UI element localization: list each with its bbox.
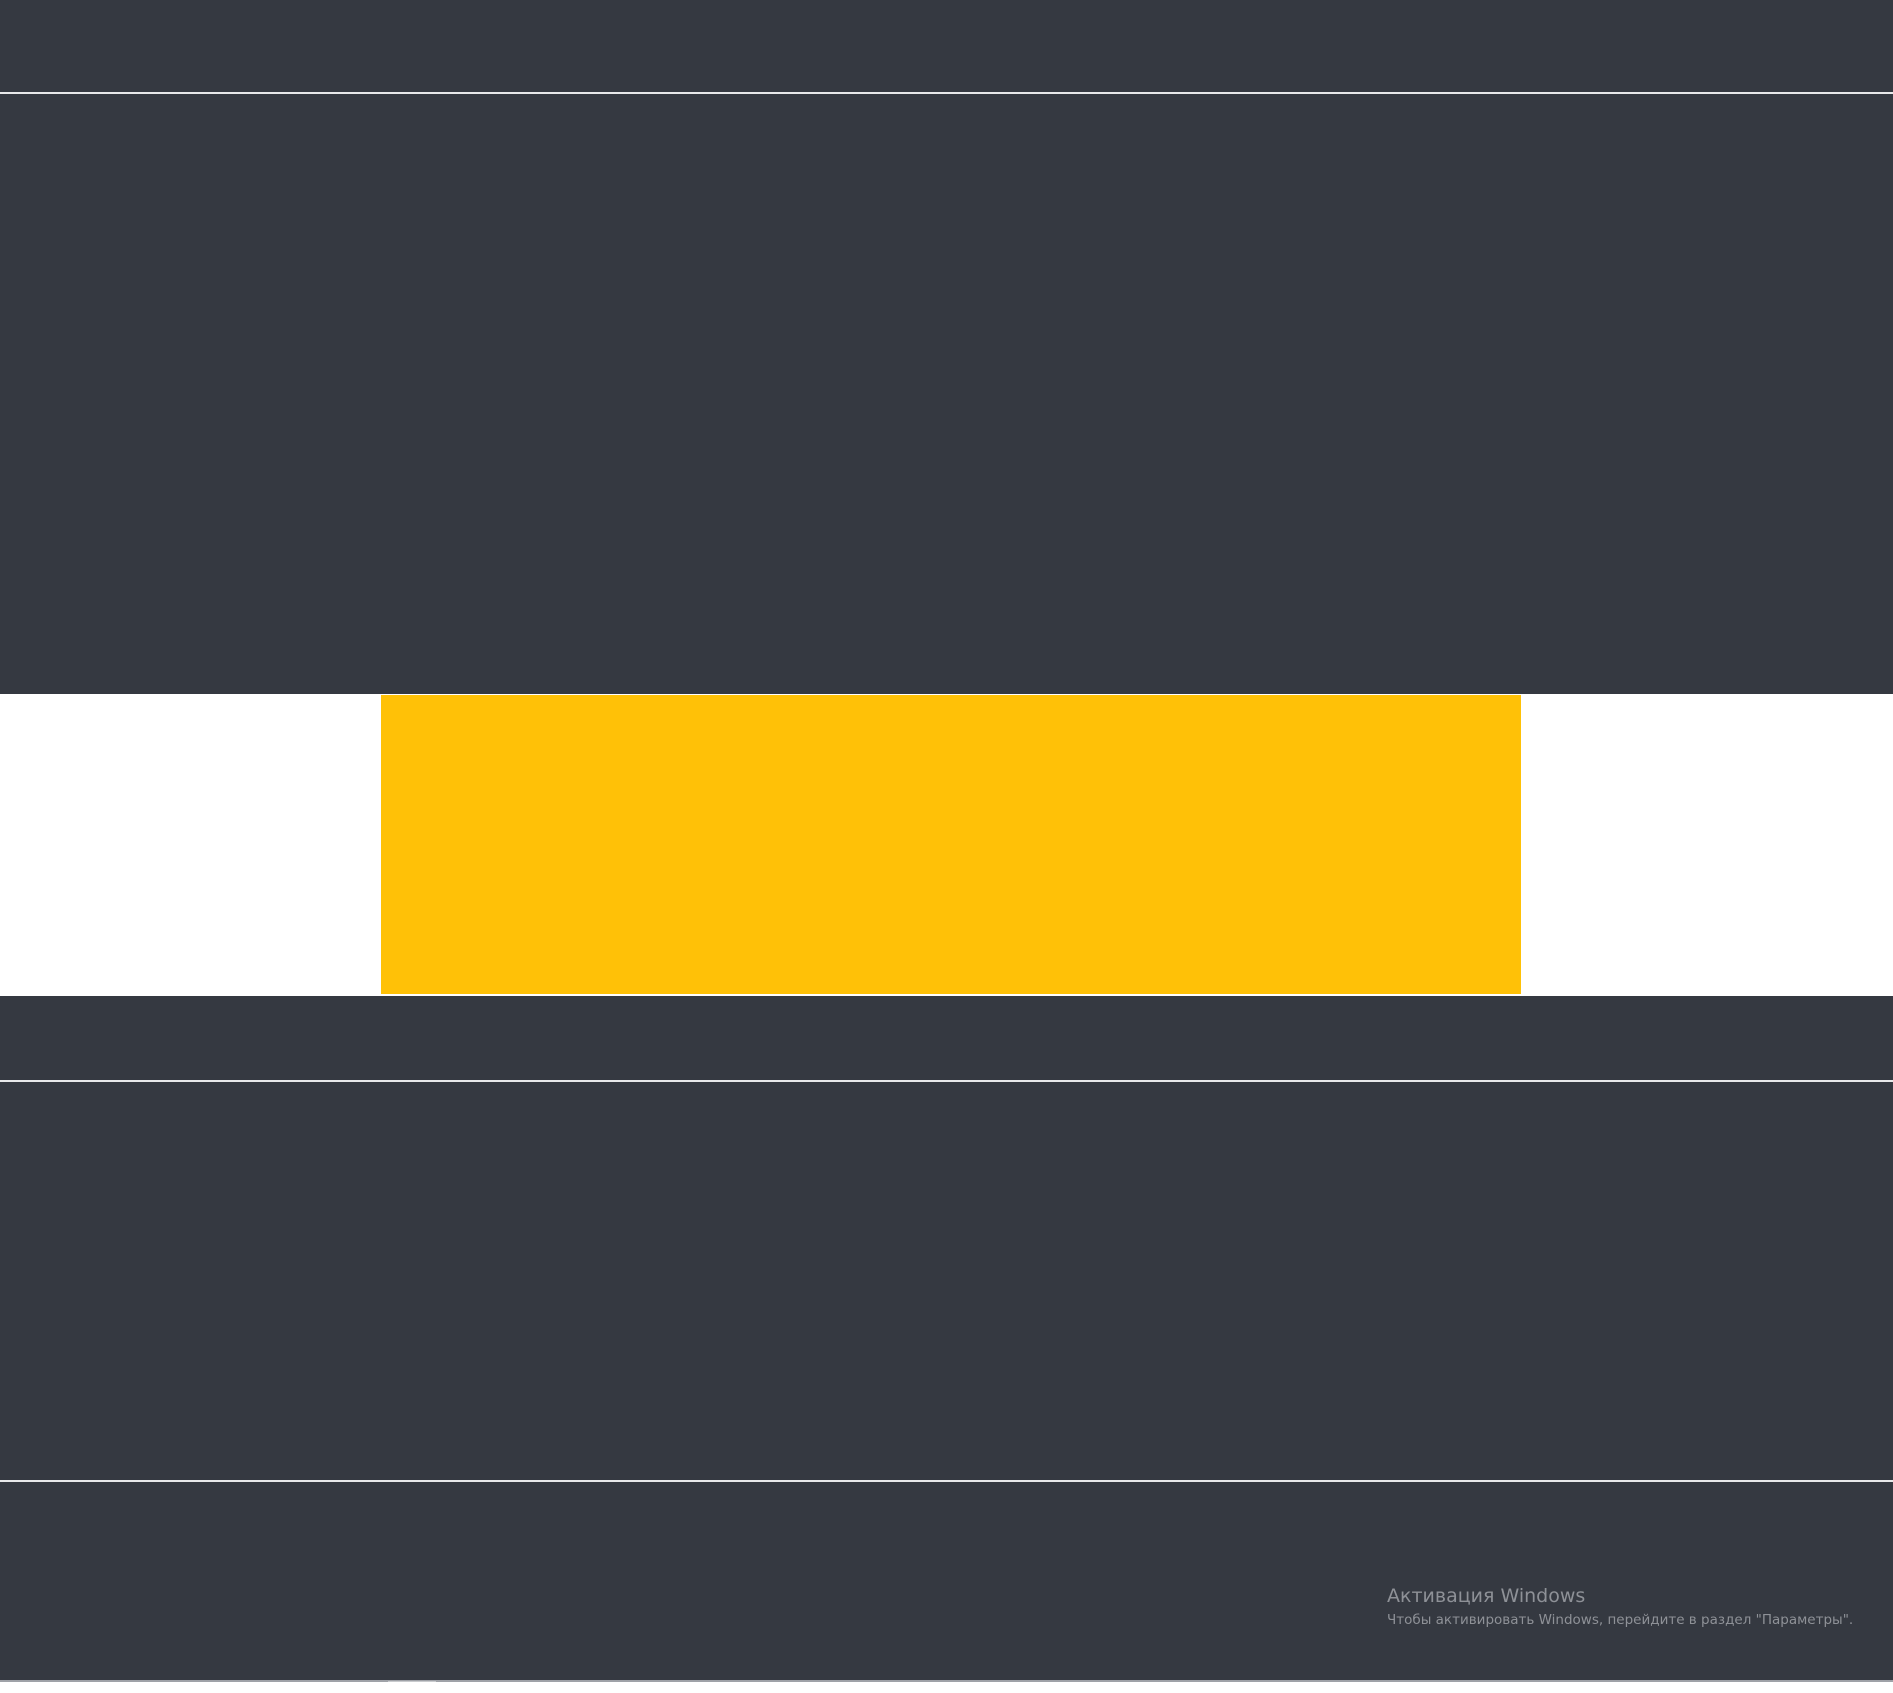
windows-activation-watermark: Активация Windows Чтобы активировать Win… — [1387, 1584, 1877, 1630]
activation-subtitle: Чтобы активировать Windows, перейдите в … — [1387, 1612, 1854, 1628]
lower-section — [0, 1082, 1893, 1480]
top-section — [0, 0, 1893, 92]
footer-section — [0, 1482, 1893, 1680]
activation-title: Активация Windows — [1387, 1585, 1586, 1607]
yellow-banner-block — [381, 695, 1521, 994]
upper-section — [0, 94, 1893, 694]
page-bottom-edge — [0, 1682, 1893, 1693]
middle-section — [0, 996, 1893, 1080]
